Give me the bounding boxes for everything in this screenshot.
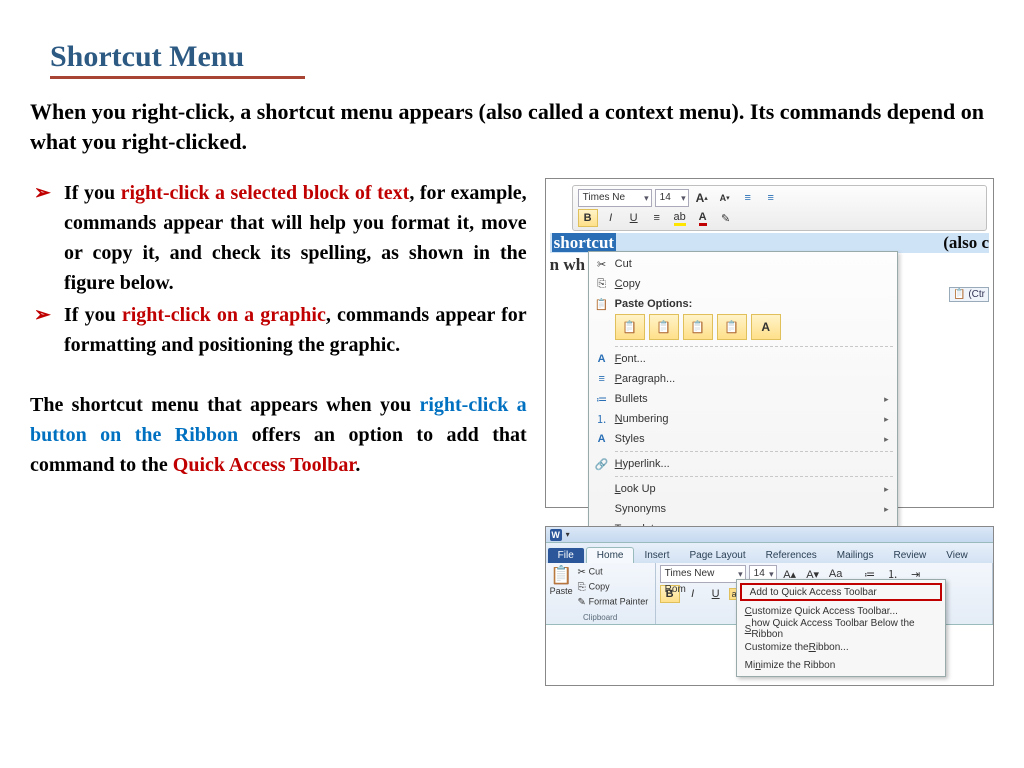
menu-styles[interactable]: A Styles ▸: [589, 429, 897, 449]
p2-red: Quick Access Toolbar: [173, 454, 356, 476]
bullet-item: If you right-click on a graphic, command…: [34, 300, 527, 360]
paste-button[interactable]: Paste: [550, 586, 573, 596]
menu-hyperlink[interactable]: 🔗 Hyperlink...: [589, 454, 897, 474]
align-center-button[interactable]: ≡: [647, 209, 667, 227]
page-title: Shortcut Menu: [50, 40, 994, 74]
p2-t3: .: [355, 454, 360, 476]
indent-right-button[interactable]: ≡: [761, 189, 781, 207]
grow-font-button[interactable]: A▴: [692, 189, 712, 207]
menu-lookup[interactable]: Look Up ▸: [589, 479, 897, 499]
hyperlink-icon: 🔗: [589, 454, 615, 474]
bullets-icon: ≔: [589, 389, 615, 409]
copy-button[interactable]: ⎘Copy: [575, 580, 649, 594]
menu-copy[interactable]: ⎘ Copy: [589, 274, 897, 294]
font-color-button[interactable]: A: [693, 209, 713, 227]
copy-icon: ⎘: [589, 274, 615, 294]
bullet-text: If you: [64, 182, 121, 204]
menu-cut[interactable]: ✂ Cut: [589, 254, 897, 274]
mini-toolbar: Times Ne 14 A▴ A▾ ≡ ≡ B I U ≡ ab A: [572, 185, 987, 231]
numbering-icon: ⒈: [589, 409, 615, 429]
intro-paragraph: When you right-click, a shortcut menu ap…: [30, 97, 994, 156]
paste-keep-text[interactable]: A: [751, 314, 781, 340]
chevron-right-icon: ▸: [884, 484, 889, 495]
selection-tail: (also c: [943, 233, 989, 253]
paste-icon: 📋: [589, 294, 615, 314]
font-icon: A: [589, 349, 615, 369]
indent-left-button[interactable]: ≡: [738, 189, 758, 207]
menu-bullets[interactable]: ≔ Bullets ▸: [589, 389, 897, 409]
paste-merge[interactable]: 📋: [649, 314, 679, 340]
ctrl-hint: 📋 (Ctr: [949, 287, 989, 302]
font-name-combo[interactable]: Times New Rom: [660, 565, 746, 583]
menu-show-qat-below[interactable]: Show Quick Access Toolbar Below the Ribb…: [737, 620, 945, 638]
paste-picture[interactable]: 📋: [717, 314, 747, 340]
tab-page-layout[interactable]: Page Layout: [679, 548, 755, 563]
selected-text: shortcut (also c: [550, 233, 989, 253]
tab-view[interactable]: View: [936, 548, 978, 563]
bullet-em: right-click a selected block of text: [121, 182, 410, 204]
figure-ribbon-context-menu: W ▾ File Home Insert Page Layout Referen…: [545, 526, 994, 686]
tab-home[interactable]: Home: [586, 547, 635, 563]
underline[interactable]: U: [706, 585, 726, 603]
ribbon-tabs: File Home Insert Page Layout References …: [546, 543, 993, 563]
bullet-list: If you right-click a selected block of t…: [34, 178, 527, 360]
underline-button[interactable]: U: [624, 209, 644, 227]
group-label: Clipboard: [550, 613, 651, 622]
p2-t1: The shortcut menu that appears when you: [30, 394, 419, 416]
context-menu: ✂ Cut ⎘ Copy 📋 Paste Options: 📋 📋 �: [588, 251, 898, 567]
menu-paragraph[interactable]: ≡ Paragraph...: [589, 369, 897, 389]
tab-file[interactable]: File: [548, 548, 584, 563]
highlight-button[interactable]: ab: [670, 209, 690, 227]
selected-text-line2: n wh: [550, 255, 585, 275]
styles-icon: A: [589, 429, 615, 449]
chevron-right-icon: ▸: [884, 394, 889, 405]
menu-font[interactable]: A Font...: [589, 349, 897, 369]
format-painter-button[interactable]: ✎Format Painter: [575, 595, 649, 609]
tab-mailings[interactable]: Mailings: [827, 548, 884, 563]
format-painter-button[interactable]: ✎: [716, 209, 736, 227]
tab-insert[interactable]: Insert: [634, 548, 679, 563]
italic-button[interactable]: I: [601, 209, 621, 227]
paste-options-row: 📋 📋 📋 📋 A: [589, 314, 897, 344]
chevron-right-icon: ▸: [884, 504, 889, 515]
paste-text[interactable]: 📋: [683, 314, 713, 340]
ribbon-context-menu: Add to Quick Access Toolbar Customize Qu…: [736, 579, 946, 677]
word-app-icon: W: [550, 529, 562, 541]
menu-paste-options-label: 📋 Paste Options:: [589, 294, 897, 314]
font-combo[interactable]: Times Ne: [578, 189, 652, 207]
font-size-combo[interactable]: 14: [655, 189, 689, 207]
bullet-item: If you right-click a selected block of t…: [34, 178, 527, 298]
menu-customize-ribbon[interactable]: Customize the Ribbon...: [737, 638, 945, 656]
paste-icon[interactable]: 📋: [550, 565, 572, 586]
titlebar: W ▾: [546, 527, 993, 543]
selection: shortcut: [552, 233, 616, 252]
cut-button[interactable]: ✂Cut: [575, 565, 649, 579]
bullet-em: right-click on a graphic: [122, 304, 326, 326]
title-underline: [50, 76, 305, 79]
bullet-text: If you: [64, 304, 122, 326]
menu-synonyms[interactable]: Synonyms ▸: [589, 499, 897, 519]
paragraph-icon: ≡: [589, 369, 615, 389]
menu-numbering[interactable]: ⒈ Numbering ▸: [589, 409, 897, 429]
cut-icon: ✂: [589, 254, 615, 274]
paste-keep-source[interactable]: 📋: [615, 314, 645, 340]
chevron-right-icon: ▸: [884, 414, 889, 425]
figure-context-menu-text: Times Ne 14 A▴ A▾ ≡ ≡ B I U ≡ ab A: [545, 178, 994, 508]
menu-add-to-qat[interactable]: Add to Quick Access Toolbar: [740, 583, 942, 601]
tab-review[interactable]: Review: [883, 548, 936, 563]
chevron-right-icon: ▸: [884, 434, 889, 445]
tab-references[interactable]: References: [756, 548, 827, 563]
ribbon-paragraph: The shortcut menu that appears when you …: [30, 390, 527, 480]
menu-minimize-ribbon[interactable]: Minimize the Ribbon: [737, 656, 945, 674]
bold-button[interactable]: B: [578, 209, 598, 227]
shrink-font-button[interactable]: A▾: [715, 189, 735, 207]
